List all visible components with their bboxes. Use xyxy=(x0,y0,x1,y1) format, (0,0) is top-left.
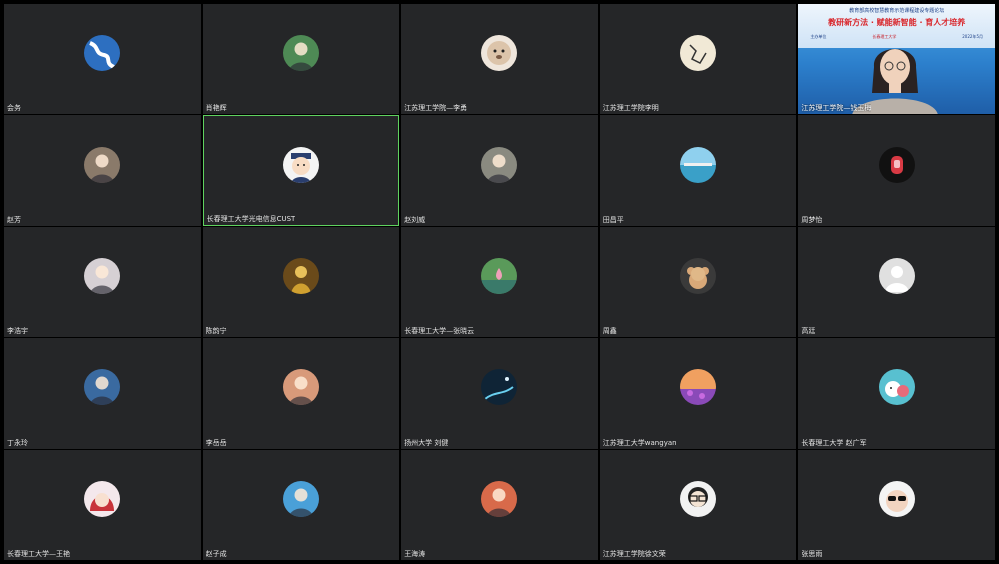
participant-tile[interactable]: 江苏理工学院李明 xyxy=(599,4,797,115)
participant-name: 丁永玲 xyxy=(7,438,28,447)
video-banner-text: 2022年5月 xyxy=(962,34,983,39)
plush-toy-avatar xyxy=(481,35,518,72)
cartoon-glasses-avatar xyxy=(680,480,717,517)
participant-name: 江苏理工学院徐文荣 xyxy=(602,550,666,558)
participant-name: 肖艳辉 xyxy=(205,104,227,113)
cartoon-graduate-avatar xyxy=(282,146,319,183)
participant-name: 长春理工大学—张晓云 xyxy=(404,327,475,336)
participant-name: 长春理工大学 赵广军 xyxy=(801,438,867,447)
baby-sunglasses-avatar xyxy=(878,480,915,517)
participant-tile[interactable]: 陈韵宁 xyxy=(202,226,400,338)
woman-photo-avatar xyxy=(282,369,319,406)
participant-tile[interactable]: 扬州大学 刘健 xyxy=(401,338,598,449)
participant-name: 江苏理工学院—钱玉梅 xyxy=(801,104,872,113)
participant-tile[interactable]: 周梦怡 xyxy=(798,115,995,226)
animal-photo-avatar xyxy=(481,146,518,183)
participant-video-tile[interactable]: 教育部高校智慧教育示范课程建设专题论坛教研新方法 · 赋能新智能 · 育人才培养… xyxy=(798,4,995,115)
night-sky-avatar xyxy=(481,369,518,406)
participant-name: 赵芳 xyxy=(7,215,21,224)
cartoon-animals-avatar xyxy=(878,369,915,406)
cartoon-girl-avatar xyxy=(84,480,121,517)
participant-tile[interactable]: 张思雨 xyxy=(798,449,995,560)
participant-name: 赵子成 xyxy=(205,550,227,558)
video-banner-text: 教研新方法 · 赋能新智能 · 育人才培养 xyxy=(828,18,966,27)
man-portrait-avatar xyxy=(282,35,319,72)
default-person-avatar xyxy=(878,257,915,294)
camera-video-feed xyxy=(852,37,939,115)
participant-name: 周鑫 xyxy=(602,327,617,336)
participant-tile[interactable]: 长春理工大学 赵广军 xyxy=(798,338,995,449)
participant-name: 长春理工大学—王艳 xyxy=(7,550,70,558)
rock-climbing-avatar xyxy=(84,146,121,183)
participant-tile[interactable]: 高廷 xyxy=(798,226,995,338)
lotus-avatar xyxy=(481,257,518,294)
participant-name: 江苏理工大学wangyan xyxy=(602,438,677,447)
participant-tile[interactable]: 王海涛 xyxy=(401,449,598,560)
participant-tile[interactable]: 江苏理工学院徐文荣 xyxy=(599,449,797,560)
participant-name: 会务 xyxy=(7,104,21,113)
participant-name: 高廷 xyxy=(801,327,816,336)
participant-name: 王海涛 xyxy=(404,550,426,558)
participant-name: 李浩宇 xyxy=(7,327,28,336)
participant-tile[interactable]: 赵芳 xyxy=(4,115,201,226)
participant-name: 陈韵宁 xyxy=(205,327,227,336)
man-green-shirt-avatar xyxy=(481,480,518,517)
participant-name: 周梦怡 xyxy=(801,215,823,224)
flower-field-avatar xyxy=(680,369,717,406)
participant-tile[interactable]: 长春理工大学光电信息CUST xyxy=(202,115,400,226)
participant-tile[interactable]: 赵子成 xyxy=(202,449,400,560)
participant-tile[interactable]: 长春理工大学—王艳 xyxy=(4,449,201,560)
red-sticker-avatar xyxy=(878,146,915,183)
teddy-bear-avatar xyxy=(680,257,717,294)
participant-name: 赵刘威 xyxy=(404,215,426,224)
man-suit-avatar xyxy=(282,480,319,517)
seaside-avatar xyxy=(680,146,717,183)
participant-name: 张思雨 xyxy=(801,550,823,558)
video-banner-text: 教育部高校智慧教育示范课程建设专题论坛 xyxy=(849,8,945,14)
video-banner-text: 主办单位 xyxy=(810,34,827,39)
participant-tile[interactable]: 田昌平 xyxy=(599,115,797,226)
participant-tile[interactable]: 李浩宇 xyxy=(4,226,201,338)
participant-name: 田昌平 xyxy=(602,215,624,224)
participant-name: 江苏理工学院—李勇 xyxy=(404,104,468,113)
participant-tile[interactable]: 赵刘威 xyxy=(401,115,598,226)
participant-tile[interactable]: 会务 xyxy=(4,4,201,115)
blue-wave-avatar xyxy=(84,35,121,72)
participant-tile[interactable]: 周鑫 xyxy=(599,226,797,338)
participant-tile[interactable]: 长春理工大学—张晓云 xyxy=(401,226,598,338)
participant-tile[interactable]: 李岳岳 xyxy=(202,338,400,449)
participant-name: 李岳岳 xyxy=(205,438,227,447)
participant-tile[interactable]: 肖艳辉 xyxy=(202,4,400,115)
sunset-figure-avatar xyxy=(84,369,121,406)
participant-name: 江苏理工学院李明 xyxy=(602,104,659,113)
anime-white-hair-avatar xyxy=(84,257,121,294)
participant-tile[interactable]: 丁永玲 xyxy=(4,338,201,449)
participant-name: 扬州大学 刘健 xyxy=(404,438,449,447)
participant-name: 长春理工大学光电信息CUST xyxy=(206,214,296,223)
participant-tile[interactable]: 江苏理工大学wangyan xyxy=(599,338,797,449)
golden-figure-avatar xyxy=(282,257,319,294)
participant-grid: 会务 肖艳辉 江苏理工学院—李勇 江苏理工学院李明 教育部高校智慧教育示范课程建设专题论… xyxy=(4,4,995,560)
participant-tile[interactable]: 江苏理工学院—李勇 xyxy=(401,4,598,115)
ink-sketch-avatar xyxy=(680,35,717,72)
